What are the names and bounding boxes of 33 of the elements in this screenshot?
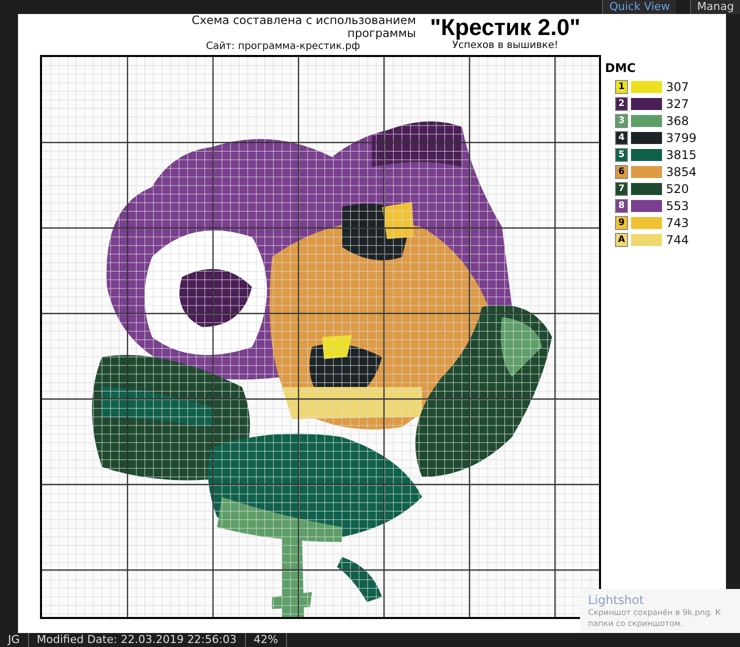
toolbar-tab[interactable]: Quick View (602, 0, 676, 14)
thread-code: 744 (666, 232, 689, 246)
symbol-key: 6 (615, 164, 628, 178)
thread-code: 553 (666, 198, 689, 212)
toast-title: Lightshot (588, 593, 645, 607)
thread-code: 3815 (666, 148, 697, 162)
symbol-key: 1 (615, 80, 628, 94)
thread-code: 3854 (666, 164, 697, 178)
symbol-key: 8 (615, 198, 628, 212)
thread-code: 327 (666, 96, 689, 110)
symbol-key: A (615, 232, 628, 246)
program-title: "Крестик 2.0" (430, 14, 580, 40)
toolbar-tab[interactable]: Manag (690, 0, 740, 14)
toast-text: папки со скриншотом. (588, 618, 684, 629)
symbol-key: 3 (615, 114, 628, 128)
slogan-text: Успехов в вышивке! (452, 40, 558, 51)
symbol-key: 9 (615, 216, 628, 230)
symbol-key: 4 (615, 130, 628, 144)
thread-code: 520 (666, 182, 689, 196)
status-item: 42% (246, 633, 288, 647)
symbol-key: 2 (615, 96, 628, 110)
toast-text: Скриншот сохранён в 9k.png. К (588, 607, 722, 618)
thread-code: 368 (666, 114, 689, 128)
status-item: JG (0, 633, 29, 647)
thread-code: 743 (666, 216, 689, 230)
thread-code: 3799 (666, 130, 697, 144)
legend-title: DMC (605, 61, 637, 75)
scheme-caption: Схема составлена с использованием программы (190, 14, 416, 40)
symbol-key: 7 (615, 182, 628, 196)
site-text: Сайт: программа-крестик.рф (206, 41, 360, 52)
status-item: Modified Date: 22.03.2019 22:56:03 (28, 633, 246, 647)
thread-code: 307 (666, 80, 689, 94)
symbol-key: 5 (615, 148, 628, 162)
